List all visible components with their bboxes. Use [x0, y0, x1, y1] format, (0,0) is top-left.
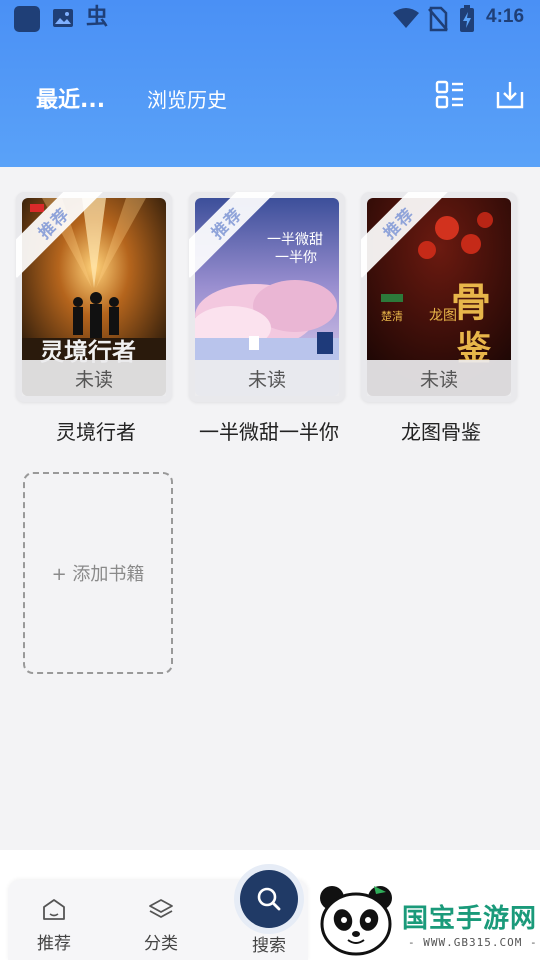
book-title[interactable]: 灵境行者: [16, 416, 176, 445]
nav-label-search[interactable]: 搜索: [252, 931, 286, 956]
book-title[interactable]: 龙图骨鉴: [361, 416, 521, 445]
bug-icon: 虫: [86, 5, 109, 30]
book-card[interactable]: 骨 鉴 龙图 楚清 推荐 未读: [361, 192, 517, 402]
watermark: 国宝手游网 - WWW.GB315.COM -: [312, 878, 540, 960]
category-layers-icon: [149, 899, 173, 918]
svg-text:一半微甜: 一半微甜: [267, 232, 323, 248]
header-bar: 虫 4:16 最近... 浏览历史: [0, 0, 540, 167]
tab-recent[interactable]: 最近...: [36, 82, 105, 114]
nav-item-category[interactable]: 分类: [126, 897, 196, 954]
add-book-label: + 添加书籍: [51, 564, 145, 585]
svg-text:楚清: 楚清: [381, 309, 403, 323]
read-status: 未读: [195, 360, 339, 396]
image-icon: [53, 9, 73, 27]
download-icon[interactable]: [495, 80, 525, 110]
search-icon: [257, 887, 281, 911]
svg-text:龙图: 龙图: [429, 308, 457, 324]
list-grid-icon[interactable]: [435, 80, 465, 110]
nav-label: 推荐: [37, 934, 71, 954]
wifi-icon: [393, 8, 419, 28]
nav-item-search[interactable]: [240, 870, 298, 928]
no-sim-icon: [428, 6, 448, 32]
watermark-url: - WWW.GB315.COM -: [408, 936, 538, 949]
tab-history[interactable]: 浏览历史: [147, 84, 227, 113]
status-time: 4:16: [486, 6, 525, 27]
battery-charging-icon: [460, 5, 474, 32]
read-status: 未读: [367, 360, 511, 396]
svg-text:骨: 骨: [451, 279, 491, 326]
recommend-icon: [43, 899, 65, 920]
app-square-icon: [14, 6, 40, 32]
watermark-text: 国宝手游网: [402, 904, 538, 934]
book-card[interactable]: 灵境行者 推荐 未读: [16, 192, 172, 402]
nav-label: 分类: [144, 934, 178, 954]
add-book-button[interactable]: + 添加书籍: [23, 472, 173, 674]
status-bar: 虫 4:16: [0, 0, 540, 38]
read-status: 未读: [22, 360, 166, 396]
panda-logo: [320, 886, 392, 956]
book-title[interactable]: 一半微甜一半你: [189, 416, 349, 445]
nav-item-recommend[interactable]: 推荐: [19, 897, 89, 954]
book-card[interactable]: 一半微甜 一半你 推荐 未读: [189, 192, 345, 402]
svg-text:一半你: 一半你: [275, 250, 317, 266]
